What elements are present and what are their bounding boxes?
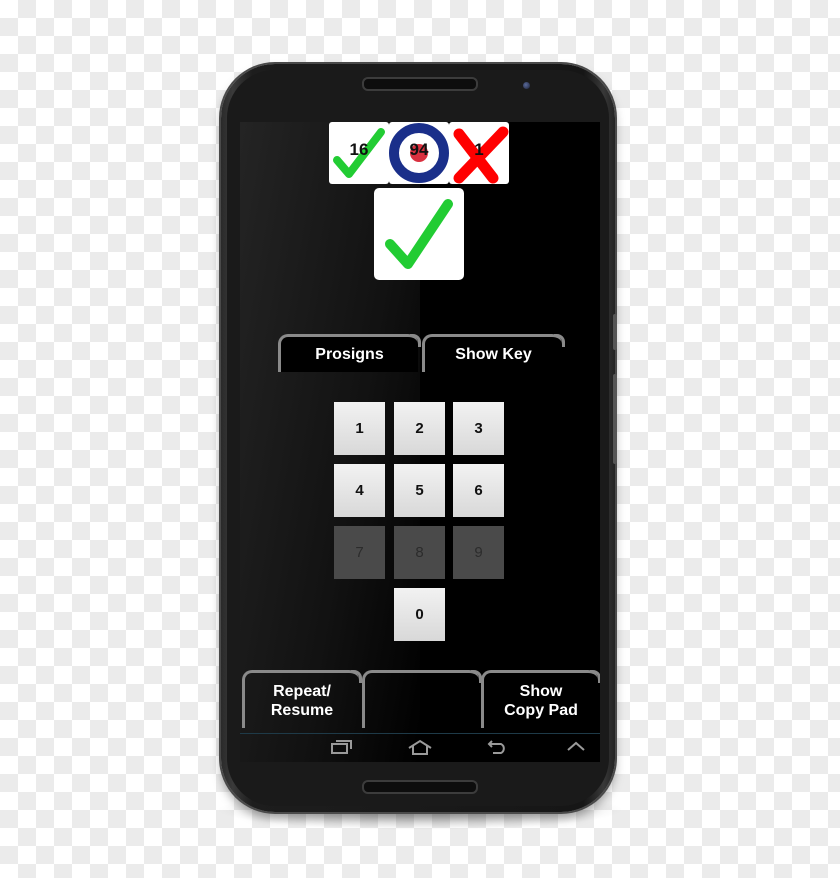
key-label: 1 (355, 420, 364, 437)
button-label-line1: Show (519, 682, 563, 700)
key-label: 9 (474, 544, 483, 561)
key-label: 7 (355, 544, 364, 561)
key-8: 8 (394, 526, 445, 579)
chevron-up-icon[interactable] (565, 739, 587, 753)
key-label: 4 (355, 482, 364, 499)
wrong-count-tile: 1 (449, 122, 509, 184)
phone-device: 16 94 1 Prosigns Show Key 1 2 3 4 5 6 7 … (221, 64, 617, 812)
key-label: 5 (415, 482, 424, 499)
button-label-line2: Resume (270, 701, 334, 719)
key-5[interactable]: 5 (394, 464, 445, 517)
key-label: 8 (415, 544, 424, 561)
key-label: 0 (415, 606, 424, 623)
show-key-label: Show Key (455, 345, 532, 363)
button-label-line1: Repeat/ (273, 682, 331, 700)
answer-result-tile (374, 188, 464, 280)
key-label: 2 (415, 420, 424, 437)
key-0[interactable]: 0 (394, 588, 445, 641)
correct-count: 16 (349, 140, 369, 159)
app-screen: 16 94 1 Prosigns Show Key 1 2 3 4 5 6 7 … (240, 122, 600, 762)
button-label-line2: Copy Pad (504, 701, 578, 719)
key-3[interactable]: 3 (453, 402, 504, 455)
blank-button[interactable] (362, 670, 482, 728)
key-1[interactable]: 1 (334, 402, 385, 455)
key-2[interactable]: 2 (394, 402, 445, 455)
key-6[interactable]: 6 (453, 464, 504, 517)
bottom-speaker (362, 780, 478, 794)
key-7: 7 (334, 526, 385, 579)
show-key-button[interactable]: Show Key (422, 334, 565, 372)
show-copy-pad-button[interactable]: Show Copy Pad (481, 670, 600, 728)
key-9: 9 (453, 526, 504, 579)
wrong-count: 1 (474, 140, 484, 159)
volume-button (613, 314, 617, 350)
nav-bar-divider (240, 733, 600, 734)
power-button (613, 374, 617, 464)
key-label: 3 (474, 420, 483, 437)
earpiece-speaker (362, 77, 478, 91)
target-score: 94 (409, 140, 429, 159)
target-score-tile: 94 (389, 122, 449, 184)
prosigns-label: Prosigns (315, 345, 384, 363)
correct-count-tile: 16 (329, 122, 389, 184)
back-icon[interactable] (487, 739, 509, 755)
key-label: 6 (474, 482, 483, 499)
home-icon[interactable] (407, 739, 433, 755)
recent-apps-icon[interactable] (330, 739, 354, 755)
key-4[interactable]: 4 (334, 464, 385, 517)
prosigns-button[interactable]: Prosigns (278, 334, 421, 372)
scoreboard: 16 94 1 (329, 122, 509, 184)
green-checkmark-icon (385, 199, 453, 269)
repeat-resume-button[interactable]: Repeat/ Resume (242, 670, 362, 728)
front-camera (523, 82, 530, 89)
